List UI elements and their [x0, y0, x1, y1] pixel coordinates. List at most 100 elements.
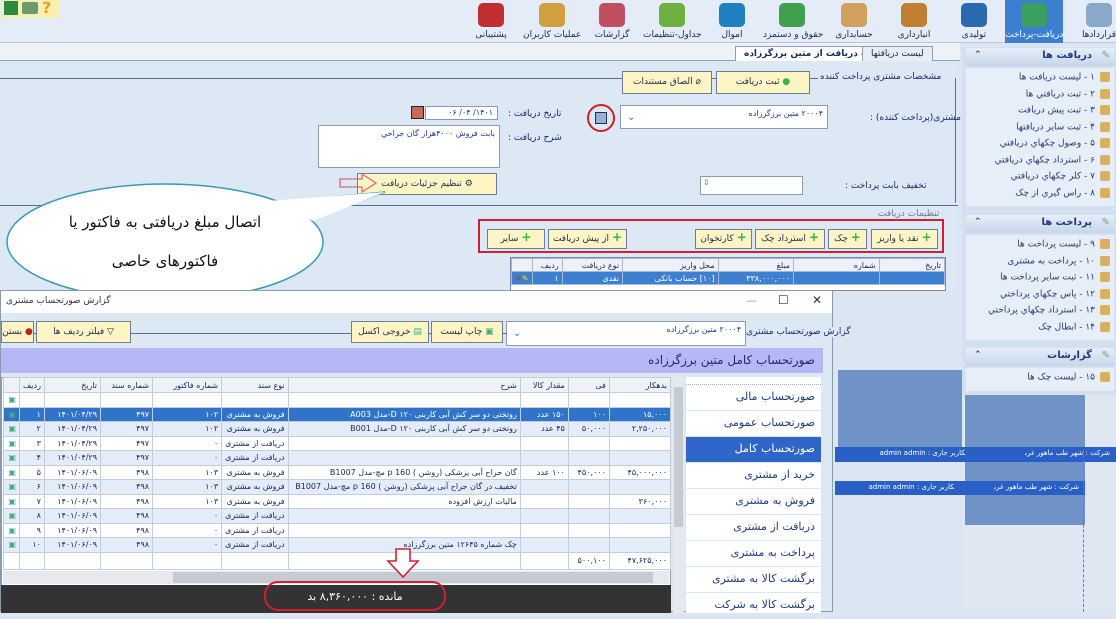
sidebar-item[interactable]: ۱۲ - پاس چکهاي پرداختي	[966, 287, 1114, 304]
add-payment-type-button[interactable]: +از پیش دریافت	[548, 229, 627, 249]
ribbon-contract[interactable]: قراردادها	[1070, 0, 1116, 43]
sidebar-item[interactable]: ۷ - کلر چکهاي دریافتي	[966, 169, 1114, 186]
discount-input[interactable]	[700, 176, 803, 195]
row-icon[interactable]: ▣	[3, 464, 20, 480]
ribbon-money-hand[interactable]: دریافت-پرداخت	[1005, 0, 1063, 43]
sidebar-item[interactable]: ۹ - لیست پرداخت ها	[966, 237, 1114, 254]
sidebar-item[interactable]: ۱۵ - لیست چک ها	[966, 370, 1114, 387]
sidebar-section-header[interactable]: دریافت ها ⌃ ✎	[966, 48, 1114, 66]
ribbon-box[interactable]: انبارداری	[885, 0, 943, 43]
print-list-button[interactable]: ▣ چاپ لیست	[431, 321, 503, 343]
filter-row[interactable]: ▣	[3, 392, 672, 408]
excel-icon[interactable]	[4, 1, 18, 15]
statement-type-item[interactable]: فروش به مشتری	[686, 489, 821, 515]
collapse-icon[interactable]: ⌃	[974, 350, 982, 360]
ribbon-salary[interactable]: حقوق و دستمزد	[763, 0, 823, 43]
close-button[interactable]: ● بستن	[1, 321, 34, 343]
chevron-down-icon[interactable]: ⌄	[627, 112, 635, 123]
column-header[interactable]: ردیف	[531, 258, 563, 272]
row-icon[interactable]: ▣	[3, 508, 20, 524]
column-header[interactable]: تاریخ	[878, 258, 946, 272]
sidebar-item[interactable]: ۱۱ - ثبت سایر پرداخت ها	[966, 270, 1114, 287]
column-header[interactable]: نوع دریافت	[561, 258, 624, 272]
filter-cell[interactable]	[608, 392, 672, 408]
statement-type-item[interactable]: برگشت کالا به شرکت	[686, 593, 821, 619]
save-receipt-button[interactable]: ● ثبت دریافت	[716, 71, 810, 94]
column-header[interactable]: محل واریز	[622, 258, 719, 272]
table-row[interactable]: ▣ ۶ ۱۴۰۱/۰۶/۰۹ ۴۹۸ ۱۰۳ فروش به مشتری تخفیف در …	[3, 479, 672, 495]
ribbon-monitor[interactable]: اموال	[703, 0, 761, 43]
filter-cell[interactable]	[519, 392, 569, 408]
column-header[interactable]: شماره فاکتور	[152, 377, 223, 393]
filter-cell[interactable]	[152, 392, 223, 408]
date-field[interactable]: ۱۴۰۱/ ۰۴/ ۰۶	[425, 106, 498, 120]
splitter[interactable]	[1083, 450, 1084, 612]
sidebar-item[interactable]: ۱۳ - استرداد چکهاي پرداختي	[966, 303, 1114, 320]
column-header[interactable]: نوع سند	[221, 377, 289, 393]
customer-lookup-button[interactable]	[587, 104, 615, 132]
column-header[interactable]: مبلغ	[717, 258, 795, 272]
column-header[interactable]: شرح	[287, 377, 521, 393]
sidebar-item[interactable]: ۴ - ثبت سایر دریافتها	[966, 120, 1114, 137]
column-header[interactable]: شماره سند	[99, 377, 154, 393]
statement-type-item[interactable]: صورتحساب عمومی	[686, 411, 821, 437]
sidebar-item[interactable]: ۳ - ثبت پیش دریافت	[966, 103, 1114, 120]
ribbon-support[interactable]: پشتیبانی	[462, 0, 520, 43]
statement-type-item[interactable]: خرید از مشتری	[686, 463, 821, 489]
table-row[interactable]: ▣ ۷ ۱۴۰۱/۰۶/۰۹ ۴۹۸ ۱۰۳ فروش به مشتری مالیات ار…	[3, 493, 672, 509]
table-row[interactable]: ▣ ۴ ۱۴۰۱/۰۴/۲۹ ۴۹۷ ۰ دریافت از مشتری	[3, 450, 672, 466]
printer-icon[interactable]	[22, 2, 38, 14]
row-icon[interactable]: ▣	[3, 479, 20, 495]
filter-cell[interactable]	[43, 392, 102, 408]
vertical-scrollbar[interactable]	[673, 377, 684, 613]
filter-rows-button[interactable]: ▽ فیلتر ردیف ها	[36, 321, 131, 343]
column-header[interactable]: تاریخ	[43, 377, 102, 393]
minimize-button[interactable]: —	[746, 294, 757, 307]
filter-cell[interactable]	[221, 392, 289, 408]
close-window-button[interactable]: ✕	[812, 293, 822, 307]
table-row[interactable]: ▣ ۸ ۱۴۰۱/۰۶/۰۹ ۴۹۸ ۰ دریافت از مشتری	[3, 508, 672, 524]
sidebar-item[interactable]: ۵ - وصول چکهاي دریافتي	[966, 136, 1114, 153]
table-row[interactable]: ▣ ۳ ۱۴۰۱/۰۴/۲۹ ۴۹۷ ۰ دریافت از مشتری	[3, 435, 672, 451]
filter-cell[interactable]	[287, 392, 521, 408]
ribbon-gear[interactable]: جداول-تنظیمات	[643, 0, 702, 43]
table-row[interactable]: ✎✕ ۱ نقدی [۱۰] حساب بانکی ۳۳۸,۰۰۰,۰۰۰	[511, 271, 946, 285]
tab-receipt-list[interactable]: لیست دریافتها	[862, 46, 933, 61]
ribbon-calculator[interactable]: حسابداری	[825, 0, 883, 43]
delete-icon[interactable]: ✕	[515, 274, 522, 283]
add-payment-type-button[interactable]: +کارتخوان	[695, 229, 752, 249]
ribbon-users[interactable]: عملیات کاربران	[523, 0, 581, 43]
add-payment-type-button[interactable]: +استرداد چک	[755, 229, 825, 249]
collapse-icon[interactable]: ⌃	[974, 50, 982, 60]
customer-combobox[interactable]: ۲۰۰۰۴ متین برزگرزاده ⌄	[506, 321, 746, 346]
edit-icon[interactable]: ✎	[522, 274, 529, 283]
table-row[interactable]: ▣ ۱ ۱۴۰۱/۰۴/۲۹ ۴۹۷ ۱۰۲ فروش به مشتری روتختی دو…	[3, 406, 672, 422]
sidebar-item[interactable]: ۱۰ - پرداخت به مشتری	[966, 254, 1114, 271]
row-icon[interactable]: ▣	[3, 406, 20, 422]
sidebar-item[interactable]: ۶ - استرداد چکهاي دریافتي	[966, 153, 1114, 170]
customer-combobox[interactable]: ۲۰۰۰۴ متین برزگرزاده ⌄	[620, 105, 828, 129]
sidebar-item[interactable]: ۸ - راس گیري از چک	[966, 186, 1114, 203]
filter-icon[interactable]: ▣	[3, 392, 20, 408]
filter-cell[interactable]	[567, 392, 610, 408]
row-icon[interactable]: ▣	[3, 435, 20, 451]
column-header[interactable]: مقدار کالا	[519, 377, 569, 393]
ribbon-report-search[interactable]: گزارشات	[583, 0, 641, 43]
statement-type-item[interactable]: صورتحساب مالی	[686, 385, 821, 411]
add-payment-type-button[interactable]: +نقد یا واریز	[871, 229, 938, 249]
column-header[interactable]: شماره	[793, 258, 880, 272]
table-row[interactable]: ▣ ۵ ۱۴۰۱/۰۶/۰۹ ۴۹۸ ۱۰۳ فروش به مشتری گان جراح …	[3, 464, 672, 480]
table-row[interactable]: ▣ ۲ ۱۴۰۱/۰۴/۲۹ ۴۹۷ ۱۰۲ فروش به مشتری روتختی دو…	[3, 421, 672, 437]
collapse-icon[interactable]: ⌃	[974, 217, 982, 227]
add-payment-type-button[interactable]: +چک	[828, 229, 867, 249]
ribbon-factory[interactable]: تولیدی	[945, 0, 1003, 43]
column-header[interactable]: ردیف	[19, 377, 45, 393]
statement-type-item[interactable]: برگشت کالا به مشتری	[686, 567, 821, 593]
add-payment-type-button[interactable]: +سایر	[487, 229, 545, 249]
sidebar-section-header[interactable]: گزارشات ⌃ ✎	[966, 348, 1114, 366]
excel-export-button[interactable]: ▤ خروجی اکسل	[351, 321, 429, 343]
statement-type-item[interactable]: پرداخت به مشتری	[686, 541, 821, 567]
statement-type-item[interactable]: صورتحساب کامل	[686, 437, 821, 463]
sidebar-item[interactable]: ۱۴ - ابطال چک	[966, 320, 1114, 337]
table-row[interactable]: ▣ ۹ ۱۴۰۱/۰۶/۰۹ ۴۹۸ ۰ دریافت از مشتری	[3, 522, 672, 538]
